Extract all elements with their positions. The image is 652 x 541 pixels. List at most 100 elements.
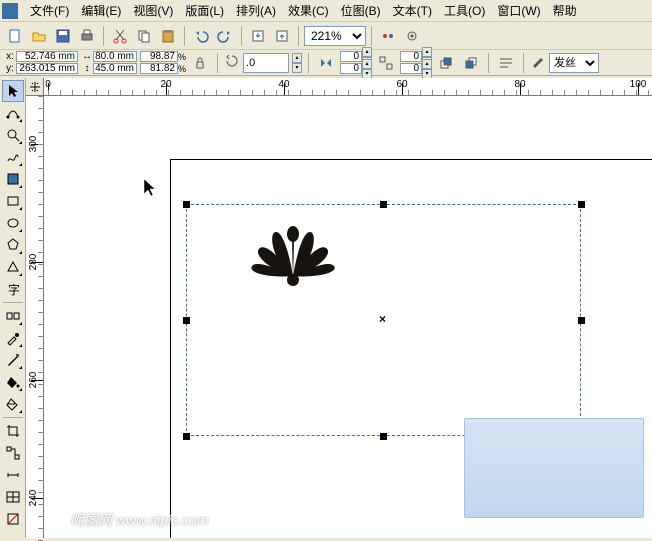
- save-button[interactable]: [52, 25, 74, 47]
- cut-button[interactable]: [109, 25, 131, 47]
- dup-offset-x[interactable]: [340, 51, 362, 62]
- polygon-tool[interactable]: [2, 234, 24, 256]
- ruler-origin[interactable]: [26, 78, 44, 96]
- tool-separator: [3, 302, 23, 303]
- selection-handle-ml[interactable]: [183, 317, 190, 324]
- toolbar-separator: [241, 26, 242, 46]
- x-position-input[interactable]: [16, 51, 78, 62]
- mirror-h-button[interactable]: [315, 52, 337, 74]
- nudge-x[interactable]: [400, 51, 422, 62]
- fill-tool[interactable]: [2, 371, 24, 393]
- basic-shapes-tool[interactable]: [2, 256, 24, 278]
- toolbar-separator: [371, 26, 372, 46]
- freehand-tool[interactable]: [2, 146, 24, 168]
- print-button[interactable]: [76, 25, 98, 47]
- menu-tools[interactable]: 工具(O): [438, 0, 491, 21]
- toolbox: 字: [0, 78, 26, 538]
- interactive-blend-tool[interactable]: [2, 305, 24, 327]
- x-label: x:: [4, 51, 16, 62]
- text-tool[interactable]: 字: [2, 278, 24, 300]
- to-front-button[interactable]: [435, 52, 457, 74]
- selection-handle-tl[interactable]: [183, 201, 190, 208]
- width-icon: ↔: [81, 51, 93, 62]
- rectangle-tool[interactable]: [2, 190, 24, 212]
- smart-fill-tool[interactable]: [2, 168, 24, 190]
- watermark-text: 呢图网 www.nipic.com: [70, 510, 208, 530]
- wrap-text-button[interactable]: [495, 52, 517, 74]
- selection-handle-bl[interactable]: [183, 433, 190, 440]
- copy-button[interactable]: [133, 25, 155, 47]
- open-button[interactable]: [28, 25, 50, 47]
- menu-bitmaps[interactable]: 位图(B): [335, 0, 387, 21]
- pick-tool[interactable]: [2, 80, 24, 102]
- dup-offset-y[interactable]: [340, 63, 362, 74]
- toolbar-separator: [308, 53, 309, 73]
- dimension-tool[interactable]: [2, 464, 24, 486]
- new-button[interactable]: [4, 25, 26, 47]
- shape-tool[interactable]: [2, 102, 24, 124]
- undo-button[interactable]: [190, 25, 212, 47]
- scale-x-input[interactable]: [140, 51, 178, 62]
- menu-bar: 文件(F) 编辑(E) 视图(V) 版面(L) 排列(A) 效果(C) 位图(B…: [0, 0, 652, 22]
- selection-center-mark: ×: [379, 312, 386, 326]
- redo-button[interactable]: [214, 25, 236, 47]
- height-icon: ↕: [81, 63, 93, 74]
- standard-toolbar: 221%: [0, 22, 652, 50]
- import-button[interactable]: [247, 25, 269, 47]
- toolbar-separator: [488, 53, 489, 73]
- svg-text:字: 字: [8, 282, 20, 297]
- outline-tool[interactable]: [2, 349, 24, 371]
- y-label: y:: [4, 63, 16, 74]
- fan-ornament-shape[interactable]: [248, 224, 338, 289]
- horizontal-ruler[interactable]: 0 20 40 60 80 100: [26, 78, 652, 96]
- position-group: x: y:: [4, 51, 78, 74]
- menu-arrange[interactable]: 排列(A): [230, 0, 282, 21]
- eyedropper-tool[interactable]: [2, 327, 24, 349]
- selection-handle-tr[interactable]: [578, 201, 585, 208]
- nudge-y[interactable]: [400, 63, 422, 74]
- selection-handle-bm[interactable]: [380, 433, 387, 440]
- rotation-spinner[interactable]: ▴▾: [292, 53, 302, 73]
- scale-y-input[interactable]: [140, 63, 178, 74]
- menu-file[interactable]: 文件(F): [24, 0, 75, 21]
- y-position-input[interactable]: [16, 63, 78, 74]
- lock-ratio-button[interactable]: [189, 52, 211, 74]
- tool-separator: [3, 417, 23, 418]
- rotation-input[interactable]: [243, 53, 289, 73]
- toolbar-separator: [523, 53, 524, 73]
- no-fill-tool[interactable]: [2, 508, 24, 530]
- options-button[interactable]: [401, 25, 423, 47]
- interactive-fill-tool[interactable]: [2, 393, 24, 415]
- menu-edit[interactable]: 编辑(E): [75, 0, 127, 21]
- menu-view[interactable]: 视图(V): [127, 0, 179, 21]
- height-input[interactable]: [93, 63, 137, 74]
- selection-handle-tm[interactable]: [380, 201, 387, 208]
- outline-width-select[interactable]: 发丝: [549, 53, 599, 73]
- menu-help[interactable]: 帮助: [547, 0, 583, 21]
- menu-text[interactable]: 文本(T): [387, 0, 438, 21]
- crop-tool[interactable]: [2, 420, 24, 442]
- vertical-ruler[interactable]: 300 280 260 240: [26, 96, 44, 538]
- toolbar-separator: [298, 26, 299, 46]
- floating-panel[interactable]: [464, 418, 644, 518]
- size-group: ↔ ↕: [81, 51, 137, 74]
- toolbar-separator: [184, 26, 185, 46]
- width-input[interactable]: [93, 51, 137, 62]
- table-tool[interactable]: [2, 486, 24, 508]
- menu-effects[interactable]: 效果(C): [282, 0, 335, 21]
- outline-pen-icon: [530, 53, 546, 72]
- ellipse-tool[interactable]: [2, 212, 24, 234]
- zoom-level-select[interactable]: 221%: [304, 26, 366, 46]
- snap-button[interactable]: [377, 25, 399, 47]
- menu-window[interactable]: 窗口(W): [491, 0, 546, 21]
- to-back-button[interactable]: [460, 52, 482, 74]
- connector-tool[interactable]: [2, 442, 24, 464]
- export-button[interactable]: [271, 25, 293, 47]
- zoom-tool[interactable]: [2, 124, 24, 146]
- selection-handle-mr[interactable]: [578, 317, 585, 324]
- paste-button[interactable]: [157, 25, 179, 47]
- drawing-canvas[interactable]: ×: [44, 96, 652, 538]
- ungroup-button[interactable]: [375, 52, 397, 74]
- menu-layout[interactable]: 版面(L): [179, 0, 230, 21]
- app-logo-icon: [2, 3, 18, 19]
